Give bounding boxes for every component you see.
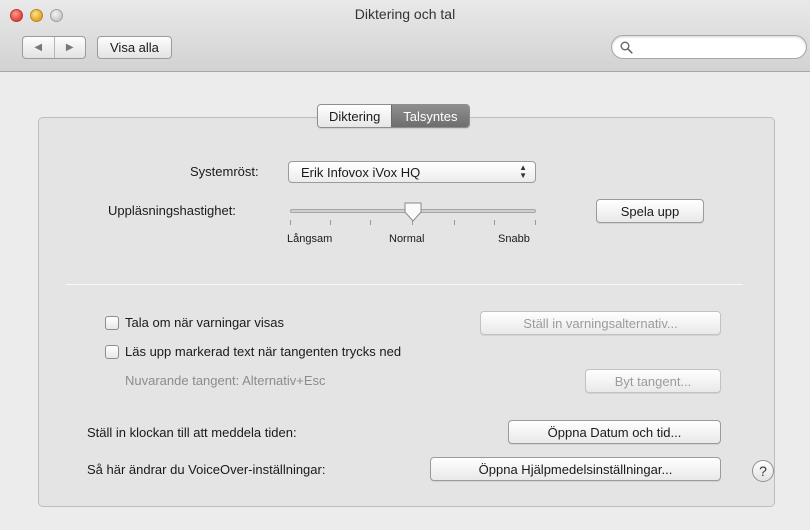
popup-arrows-icon: ▲ ▼: [519, 163, 527, 180]
slider-tick: [370, 220, 371, 225]
navigation-buttons: ◀ ▶: [22, 36, 86, 59]
open-accessibility-button[interactable]: Öppna Hjälpmedelsinställningar...: [430, 457, 721, 481]
window-title: Diktering och tal: [354, 6, 456, 22]
window-toolbar: Diktering och tal ◀ ▶ Visa alla: [0, 0, 810, 72]
speak-selected-text-checkbox[interactable]: [105, 345, 119, 359]
rate-fast-label: Snabb: [498, 233, 530, 245]
current-key-label: Nuvarande tangent: Alternativ+Esc: [125, 373, 326, 388]
search-field[interactable]: [611, 35, 807, 59]
slider-tick: [494, 220, 495, 225]
open-date-time-button[interactable]: Öppna Datum och tid...: [508, 420, 721, 444]
search-icon: [620, 41, 633, 54]
forward-button[interactable]: ▶: [53, 37, 86, 58]
help-button[interactable]: ?: [752, 460, 774, 482]
back-arrow-icon: ◀: [34, 42, 43, 53]
announce-alerts-checkbox[interactable]: [105, 316, 119, 330]
rate-normal-label: Normal: [389, 233, 425, 245]
speak-selected-text-label: Läs upp markerad text när tangenten tryc…: [125, 344, 402, 359]
alert-options-button[interactable]: Ställ in varningsalternativ...: [480, 311, 721, 335]
clock-announce-label: Ställ in klockan till att meddela tiden:: [87, 425, 297, 440]
system-voice-popup[interactable]: Erik Infovox iVox HQ ▲ ▼: [288, 161, 536, 183]
tab-talsyntes[interactable]: Talsyntes: [391, 105, 469, 127]
show-all-button[interactable]: Visa alla: [97, 36, 172, 59]
slider-knob[interactable]: [402, 201, 424, 223]
system-voice-value: Erik Infovox iVox HQ: [301, 164, 421, 180]
speaking-rate-slider[interactable]: [290, 201, 536, 225]
play-button[interactable]: Spela upp: [596, 199, 704, 223]
slider-tick: [290, 220, 291, 225]
tab-diktering[interactable]: Diktering: [318, 105, 392, 127]
slider-tick: [330, 220, 331, 225]
system-voice-label: Systemröst:: [190, 164, 259, 179]
slider-tick: [454, 220, 455, 225]
voiceover-label: Så här ändrar du VoiceOver-inställningar…: [87, 462, 326, 477]
forward-arrow-icon: ▶: [65, 42, 74, 53]
separator: [66, 284, 743, 285]
tab-control: Diktering Talsyntes: [317, 104, 470, 128]
slider-tick: [535, 220, 536, 225]
announce-alerts-label: Tala om när varningar visas: [125, 315, 284, 330]
change-key-button[interactable]: Byt tangent...: [585, 369, 721, 393]
rate-slow-label: Långsam: [287, 233, 333, 245]
back-button[interactable]: ◀: [23, 37, 54, 58]
speaking-rate-label: Uppläsningshastighet:: [108, 203, 236, 218]
